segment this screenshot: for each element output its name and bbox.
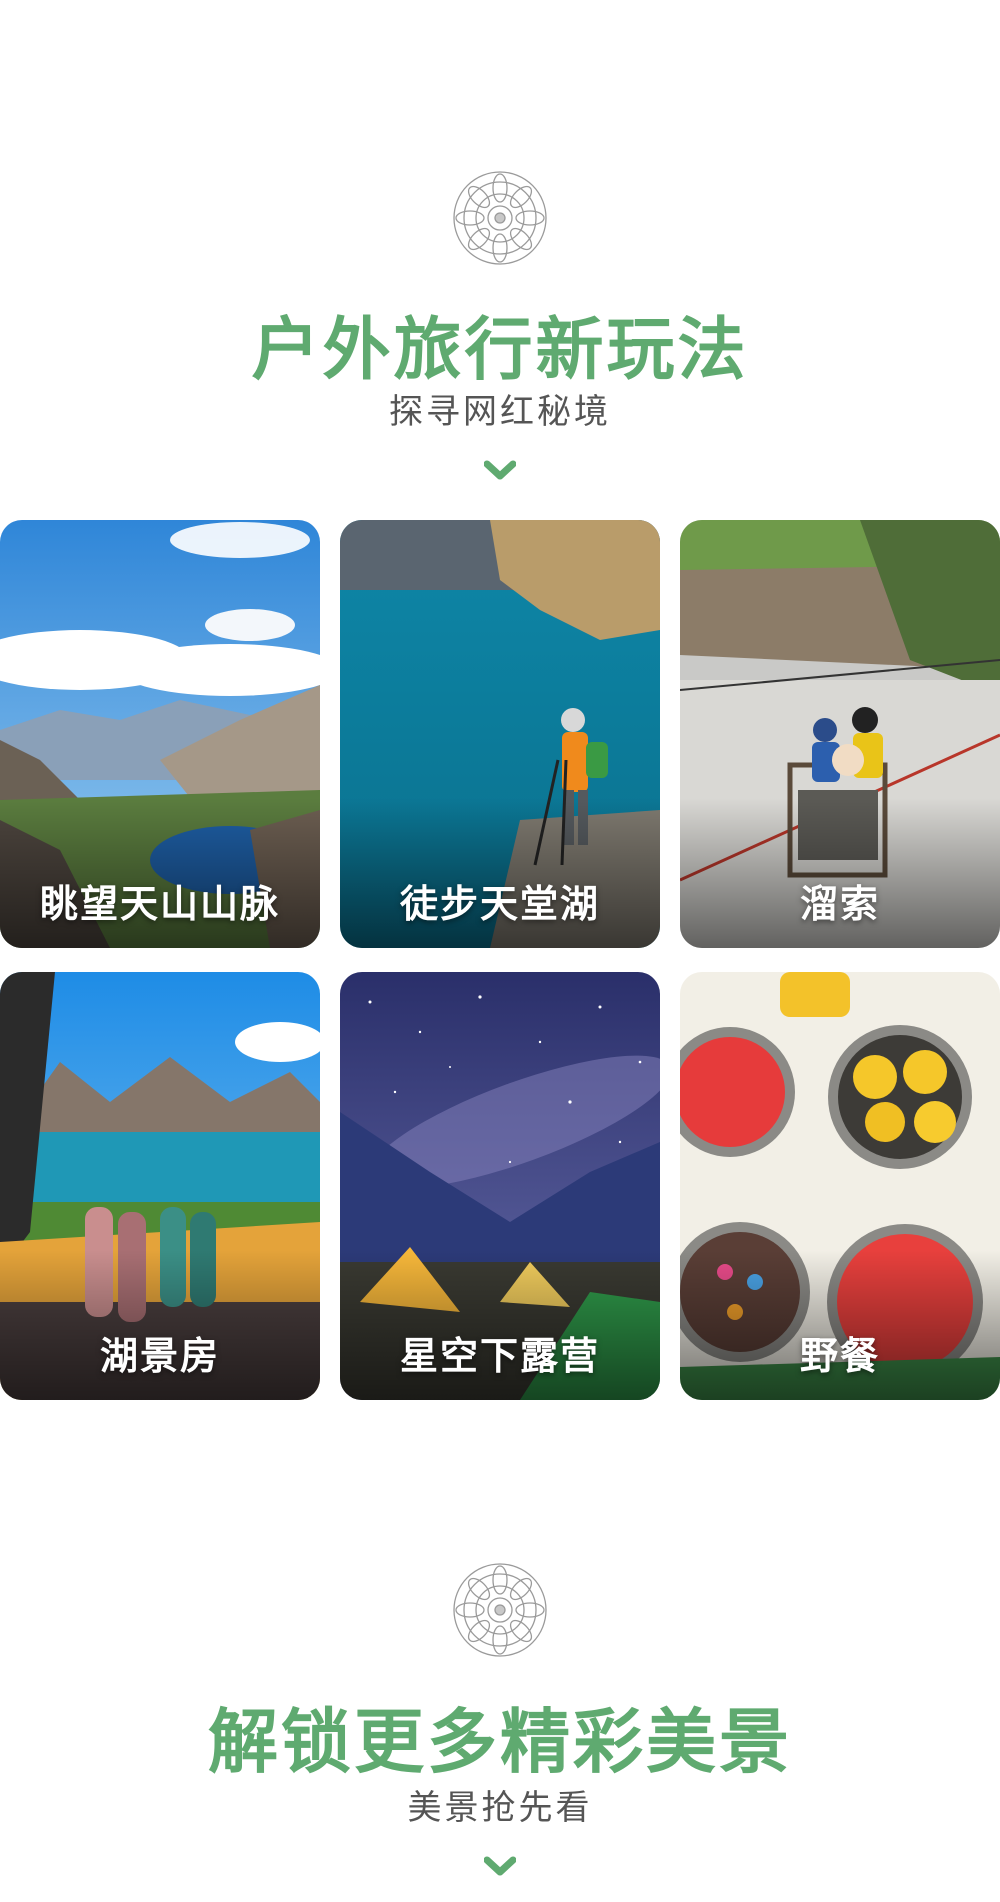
card-zipline[interactable]: 溜索 xyxy=(680,520,1000,948)
card-label: 眺望天山山脉 xyxy=(39,882,280,926)
chevron-down-icon xyxy=(484,1856,516,1878)
card-lake-view-room[interactable]: 湖景房 xyxy=(0,972,320,1400)
scenic-card-grid: 眺望天山山脉 徒步天堂湖 溜索 湖景房 星空下露营 野餐 xyxy=(0,520,1000,1400)
card-starry-camping[interactable]: 星空下露营 xyxy=(340,972,660,1400)
section-title: 解锁更多精彩美景 xyxy=(208,1701,792,1783)
chevron-down-icon xyxy=(484,460,516,482)
section-title: 户外旅行新玩法 xyxy=(251,311,749,390)
card-label: 溜索 xyxy=(799,882,880,926)
section-subtitle: 探寻网红秘境 xyxy=(389,392,611,432)
mandala-ornament-icon xyxy=(450,168,550,268)
card-tianshan-view[interactable]: 眺望天山山脉 xyxy=(0,520,320,948)
card-label: 湖景房 xyxy=(99,1334,220,1378)
card-label: 星空下露营 xyxy=(399,1334,600,1378)
card-label: 野餐 xyxy=(799,1334,880,1378)
section-subtitle: 美景抢先看 xyxy=(407,1788,593,1828)
card-heavenly-lake-hike[interactable]: 徒步天堂湖 xyxy=(340,520,660,948)
mandala-ornament-icon xyxy=(450,1560,550,1660)
card-picnic[interactable]: 野餐 xyxy=(680,972,1000,1400)
card-label: 徒步天堂湖 xyxy=(399,882,600,926)
